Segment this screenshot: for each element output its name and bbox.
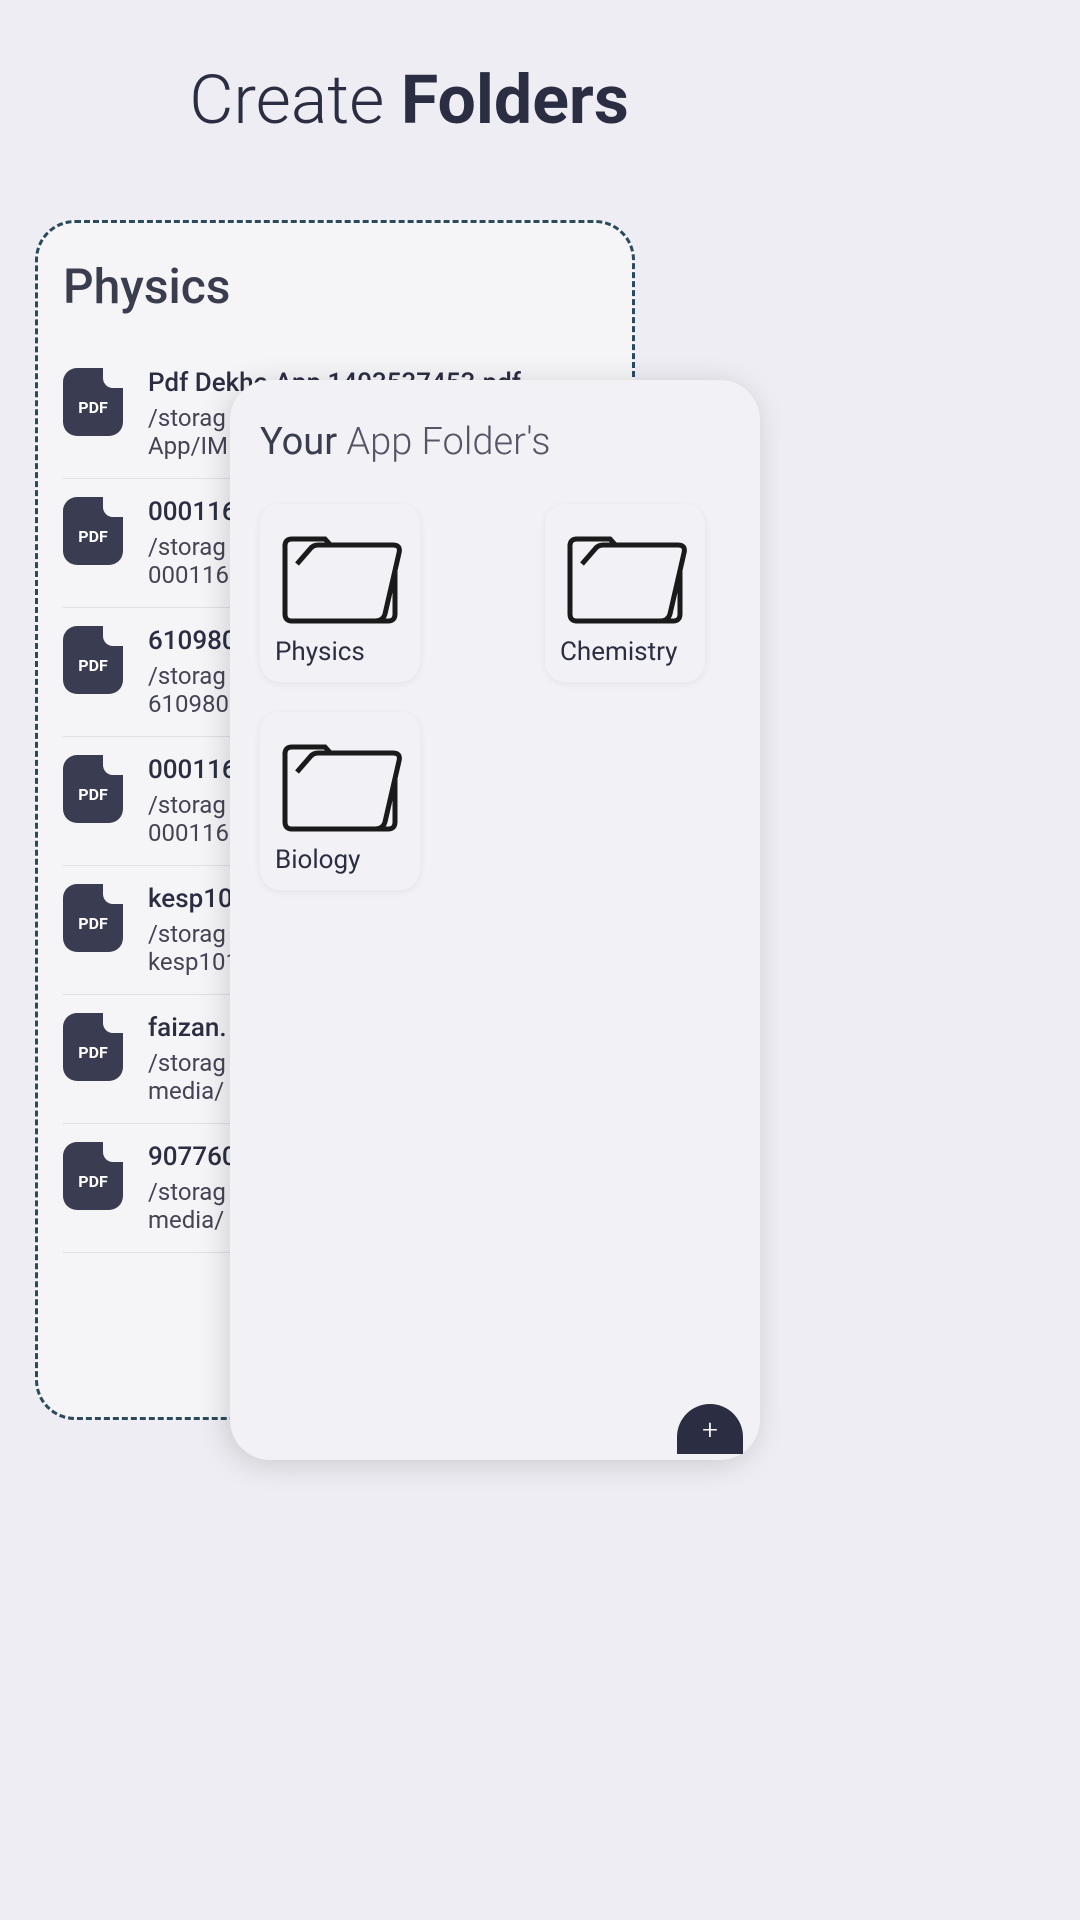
folders-panel: Your App Folder's Physics Chemistry Biol… [230,380,760,1460]
pdf-icon: PDF [63,884,123,952]
title-light: Create [189,60,401,140]
pdf-icon: PDF [63,755,123,823]
folder-icon [275,727,405,837]
folder-icon [560,519,690,629]
folder-card-chemistry[interactable]: Chemistry [545,504,705,682]
folder-label: Biology [275,845,405,875]
pdf-icon: PDF [63,1013,123,1081]
folder-card-biology[interactable]: Biology [260,712,420,890]
folders-panel-title: Your App Folder's [260,420,730,464]
folder-label: Chemistry [560,637,690,667]
pdf-icon: PDF [63,368,123,436]
folder-grid: Physics Chemistry Biology [260,504,730,890]
pdf-icon: PDF [63,497,123,565]
folder-name-heading: Physics [63,258,607,315]
pdf-icon: PDF [63,626,123,694]
title-bold-part: Your [260,420,337,464]
folder-label: Physics [275,637,405,667]
plus-icon: + [702,1413,718,1446]
title-light-part: App Folder's [337,420,550,464]
folder-card-physics[interactable]: Physics [260,504,420,682]
page-title: Create Folders [0,0,818,160]
folder-icon [275,519,405,629]
pdf-icon: PDF [63,1142,123,1210]
title-bold: Folders [401,60,629,140]
